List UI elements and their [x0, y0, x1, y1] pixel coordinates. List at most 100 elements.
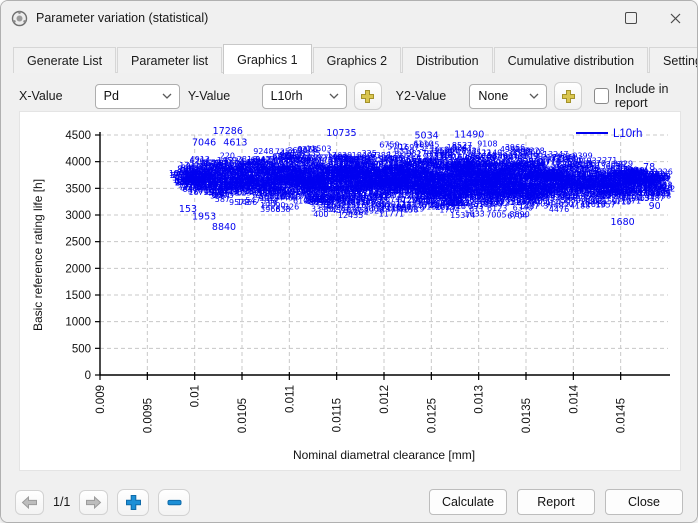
plus-blue-icon [125, 494, 141, 510]
svg-text:3500: 3500 [65, 183, 91, 195]
tab-cumulative-distribution[interactable]: Cumulative distribution [493, 47, 649, 73]
tab-parameter-list[interactable]: Parameter list [117, 47, 223, 73]
footer-bar: 1/1 Calculate Report Close [1, 482, 697, 522]
svg-text:4613: 4613 [223, 138, 247, 149]
include-in-report-checkbox[interactable] [594, 88, 609, 104]
svg-text:0.009: 0.009 [95, 385, 107, 414]
svg-text:17639: 17639 [327, 151, 352, 160]
svg-text:500: 500 [72, 343, 91, 355]
add-y2-series-button[interactable] [554, 82, 583, 110]
next-page-button[interactable] [79, 489, 109, 515]
y-value-label: Y-Value [187, 89, 231, 103]
svg-text:2500: 2500 [65, 237, 91, 249]
svg-text:6105: 6105 [293, 196, 313, 205]
svg-text:1680: 1680 [611, 217, 635, 228]
svg-text:1140: 1140 [482, 148, 502, 157]
maximize-button[interactable] [609, 1, 653, 35]
svg-text:2261: 2261 [381, 179, 401, 188]
svg-text:8393: 8393 [281, 155, 301, 164]
svg-text:3253: 3253 [483, 166, 503, 175]
svg-text:0.011: 0.011 [284, 385, 296, 413]
svg-text:0.0135: 0.0135 [521, 398, 533, 433]
tab-generate-list[interactable]: Generate List [13, 47, 117, 73]
svg-text:9204: 9204 [206, 172, 226, 181]
y-value-select[interactable]: L10rh [261, 83, 347, 109]
close-button[interactable]: Close [605, 489, 683, 515]
svg-text:0.012: 0.012 [379, 385, 391, 414]
svg-text:5034: 5034 [415, 131, 439, 142]
arrow-left-icon [21, 495, 37, 509]
svg-text:7781: 7781 [489, 192, 509, 201]
add-y-series-button[interactable] [353, 82, 382, 110]
plus-gold-icon [361, 89, 375, 103]
svg-text:Basic reference rating life [h: Basic reference rating life [h] [31, 179, 45, 331]
svg-text:11283: 11283 [527, 169, 552, 178]
svg-text:3112: 3112 [599, 177, 619, 186]
svg-text:8711: 8711 [436, 176, 456, 185]
svg-text:0.0125: 0.0125 [426, 398, 438, 433]
x-value-label: X-Value [19, 89, 63, 103]
chevron-down-icon [162, 93, 172, 99]
svg-text:9573: 9573 [229, 198, 249, 207]
svg-text:1732: 1732 [224, 157, 244, 166]
arrow-right-icon [86, 495, 102, 509]
svg-text:8840: 8840 [212, 222, 236, 233]
svg-text:1312: 1312 [536, 153, 556, 162]
svg-text:6759: 6759 [379, 141, 399, 150]
zoom-out-button[interactable] [158, 488, 191, 516]
svg-text:7046: 7046 [192, 138, 216, 149]
svg-text:5258: 5258 [229, 184, 249, 193]
svg-text:6392: 6392 [350, 197, 370, 206]
svg-text:11490: 11490 [454, 130, 484, 141]
calculate-button[interactable]: Calculate [429, 489, 507, 515]
svg-text:150: 150 [330, 168, 345, 177]
zoom-in-button[interactable] [117, 488, 150, 516]
svg-text:90: 90 [649, 201, 661, 212]
parameter-variation-dialog: Parameter variation (statistical) Genera… [0, 0, 698, 523]
svg-text:17286: 17286 [213, 126, 243, 137]
svg-text:53: 53 [654, 171, 666, 182]
tab-distribution[interactable]: Distribution [402, 47, 493, 73]
title-bar: Parameter variation (statistical) [1, 1, 697, 35]
svg-text:10735: 10735 [326, 128, 356, 139]
svg-text:9290: 9290 [291, 187, 311, 196]
svg-text:5684: 5684 [477, 181, 497, 190]
maximize-icon [625, 12, 637, 24]
tab-settings[interactable]: Settings [649, 47, 697, 73]
svg-text:0.0095: 0.0095 [142, 398, 154, 433]
svg-text:6938: 6938 [559, 178, 579, 187]
page-indicator: 1/1 [53, 495, 71, 509]
report-button[interactable]: Report [517, 489, 595, 515]
svg-text:1953: 1953 [192, 211, 216, 222]
svg-text:6482: 6482 [306, 154, 326, 163]
svg-text:4000: 4000 [65, 157, 91, 169]
svg-text:0.0145: 0.0145 [616, 398, 628, 433]
svg-text:0.0115: 0.0115 [332, 398, 344, 432]
svg-text:14465: 14465 [522, 197, 547, 206]
window-title: Parameter variation (statistical) [36, 11, 209, 25]
tab-graphics-1[interactable]: Graphics 1 [223, 44, 312, 74]
tab-strip: Generate List Parameter list Graphics 1 Gra… [13, 43, 697, 74]
include-in-report-option[interactable]: Include in report [594, 82, 697, 110]
previous-page-button[interactable] [15, 489, 44, 515]
svg-text:9248: 9248 [253, 147, 273, 156]
svg-text:7005: 7005 [486, 211, 506, 220]
svg-text:885: 885 [177, 164, 195, 175]
y2-value-select[interactable]: None [469, 83, 548, 109]
footer-buttons: Calculate Report Close [429, 489, 683, 515]
svg-text:1643: 1643 [430, 185, 450, 194]
svg-text:2721: 2721 [175, 179, 195, 188]
svg-text:1199: 1199 [650, 189, 670, 198]
svg-text:17845: 17845 [444, 157, 469, 166]
svg-text:8890: 8890 [509, 210, 529, 219]
scatter-chart: 8059709933229506522721577685473145326158… [31, 126, 675, 462]
svg-text:19471: 19471 [275, 178, 300, 187]
x-value-select[interactable]: Pd [94, 83, 180, 109]
svg-text:0.01: 0.01 [190, 385, 202, 407]
tab-graphics-2[interactable]: Graphics 2 [312, 47, 402, 73]
y2-value-label: Y2-Value [395, 89, 447, 103]
close-button[interactable] [653, 1, 697, 35]
svg-text:400: 400 [313, 210, 328, 219]
chevron-down-icon [329, 93, 339, 99]
svg-text:0: 0 [85, 370, 91, 382]
